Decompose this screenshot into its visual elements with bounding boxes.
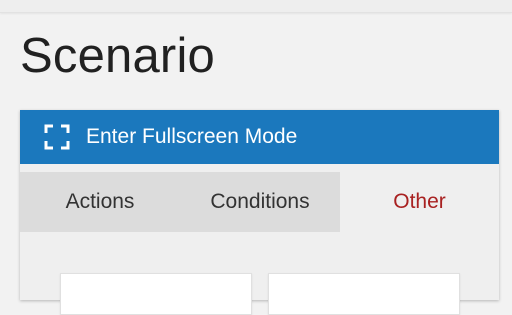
- tab-bar: Actions Conditions Other: [20, 172, 499, 232]
- tab-conditions[interactable]: Conditions: [180, 172, 340, 232]
- enter-fullscreen-button[interactable]: Enter Fullscreen Mode: [20, 110, 499, 164]
- page-title: Scenario: [20, 29, 215, 83]
- scenario-panel: Enter Fullscreen Mode Actions Conditions…: [20, 110, 499, 315]
- tab-other[interactable]: Other: [340, 172, 499, 232]
- fullscreen-icon: [44, 124, 70, 150]
- top-bar: [0, 0, 512, 13]
- content-card[interactable]: [268, 273, 460, 315]
- content-card[interactable]: [60, 273, 252, 315]
- tab-actions[interactable]: Actions: [20, 172, 180, 232]
- fullscreen-label: Enter Fullscreen Mode: [86, 125, 298, 148]
